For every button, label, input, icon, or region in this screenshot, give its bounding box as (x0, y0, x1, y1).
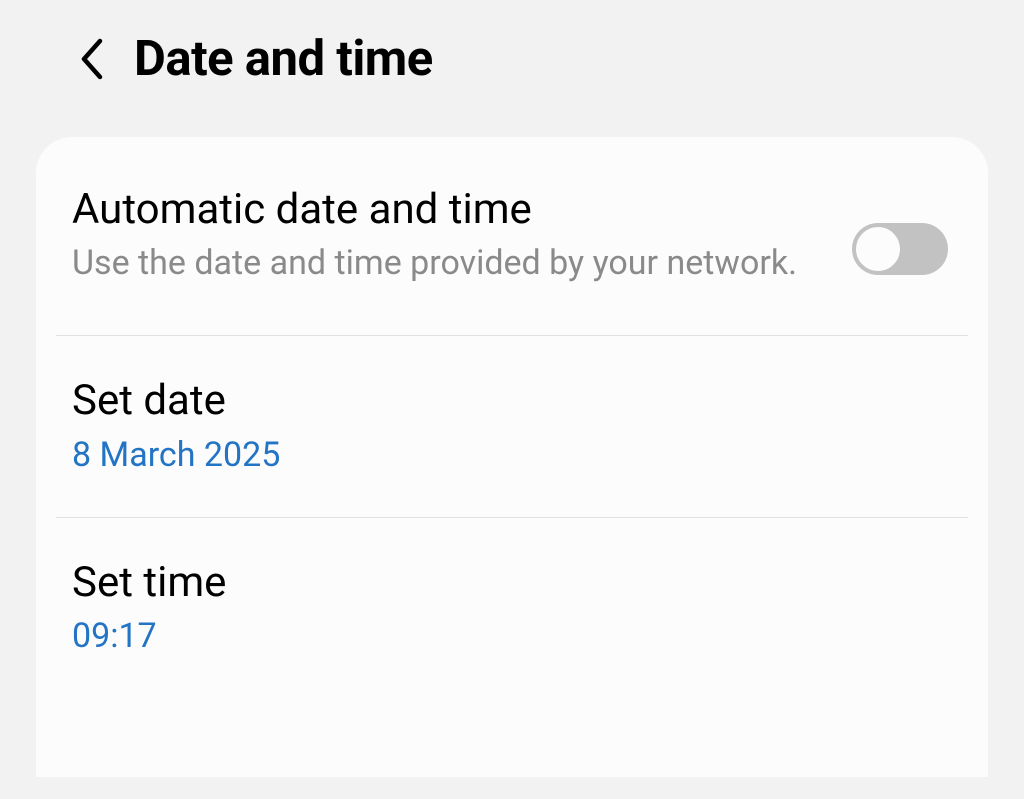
setting-title: Automatic date and time (72, 185, 828, 235)
toggle-knob (854, 225, 902, 273)
setting-automatic-date-time[interactable]: Automatic date and time Use the date and… (36, 137, 988, 335)
setting-value: 8 March 2025 (72, 433, 952, 477)
settings-card: Automatic date and time Use the date and… (36, 137, 988, 777)
page-title: Date and time (134, 30, 433, 87)
setting-set-time[interactable]: Set time 09:17 (36, 518, 988, 699)
setting-text-block: Automatic date and time Use the date and… (72, 185, 828, 287)
setting-set-date[interactable]: Set date 8 March 2025 (36, 336, 988, 517)
setting-text-block: Set time 09:17 (72, 558, 952, 659)
setting-value: 09:17 (72, 614, 952, 658)
header: Date and time (0, 0, 1024, 137)
setting-text-block: Set date 8 March 2025 (72, 376, 952, 477)
setting-title: Set date (72, 376, 952, 426)
automatic-date-time-toggle[interactable] (852, 223, 948, 275)
setting-title: Set time (72, 558, 952, 608)
setting-subtitle: Use the date and time provided by your n… (72, 241, 828, 287)
back-icon[interactable] (78, 35, 106, 83)
